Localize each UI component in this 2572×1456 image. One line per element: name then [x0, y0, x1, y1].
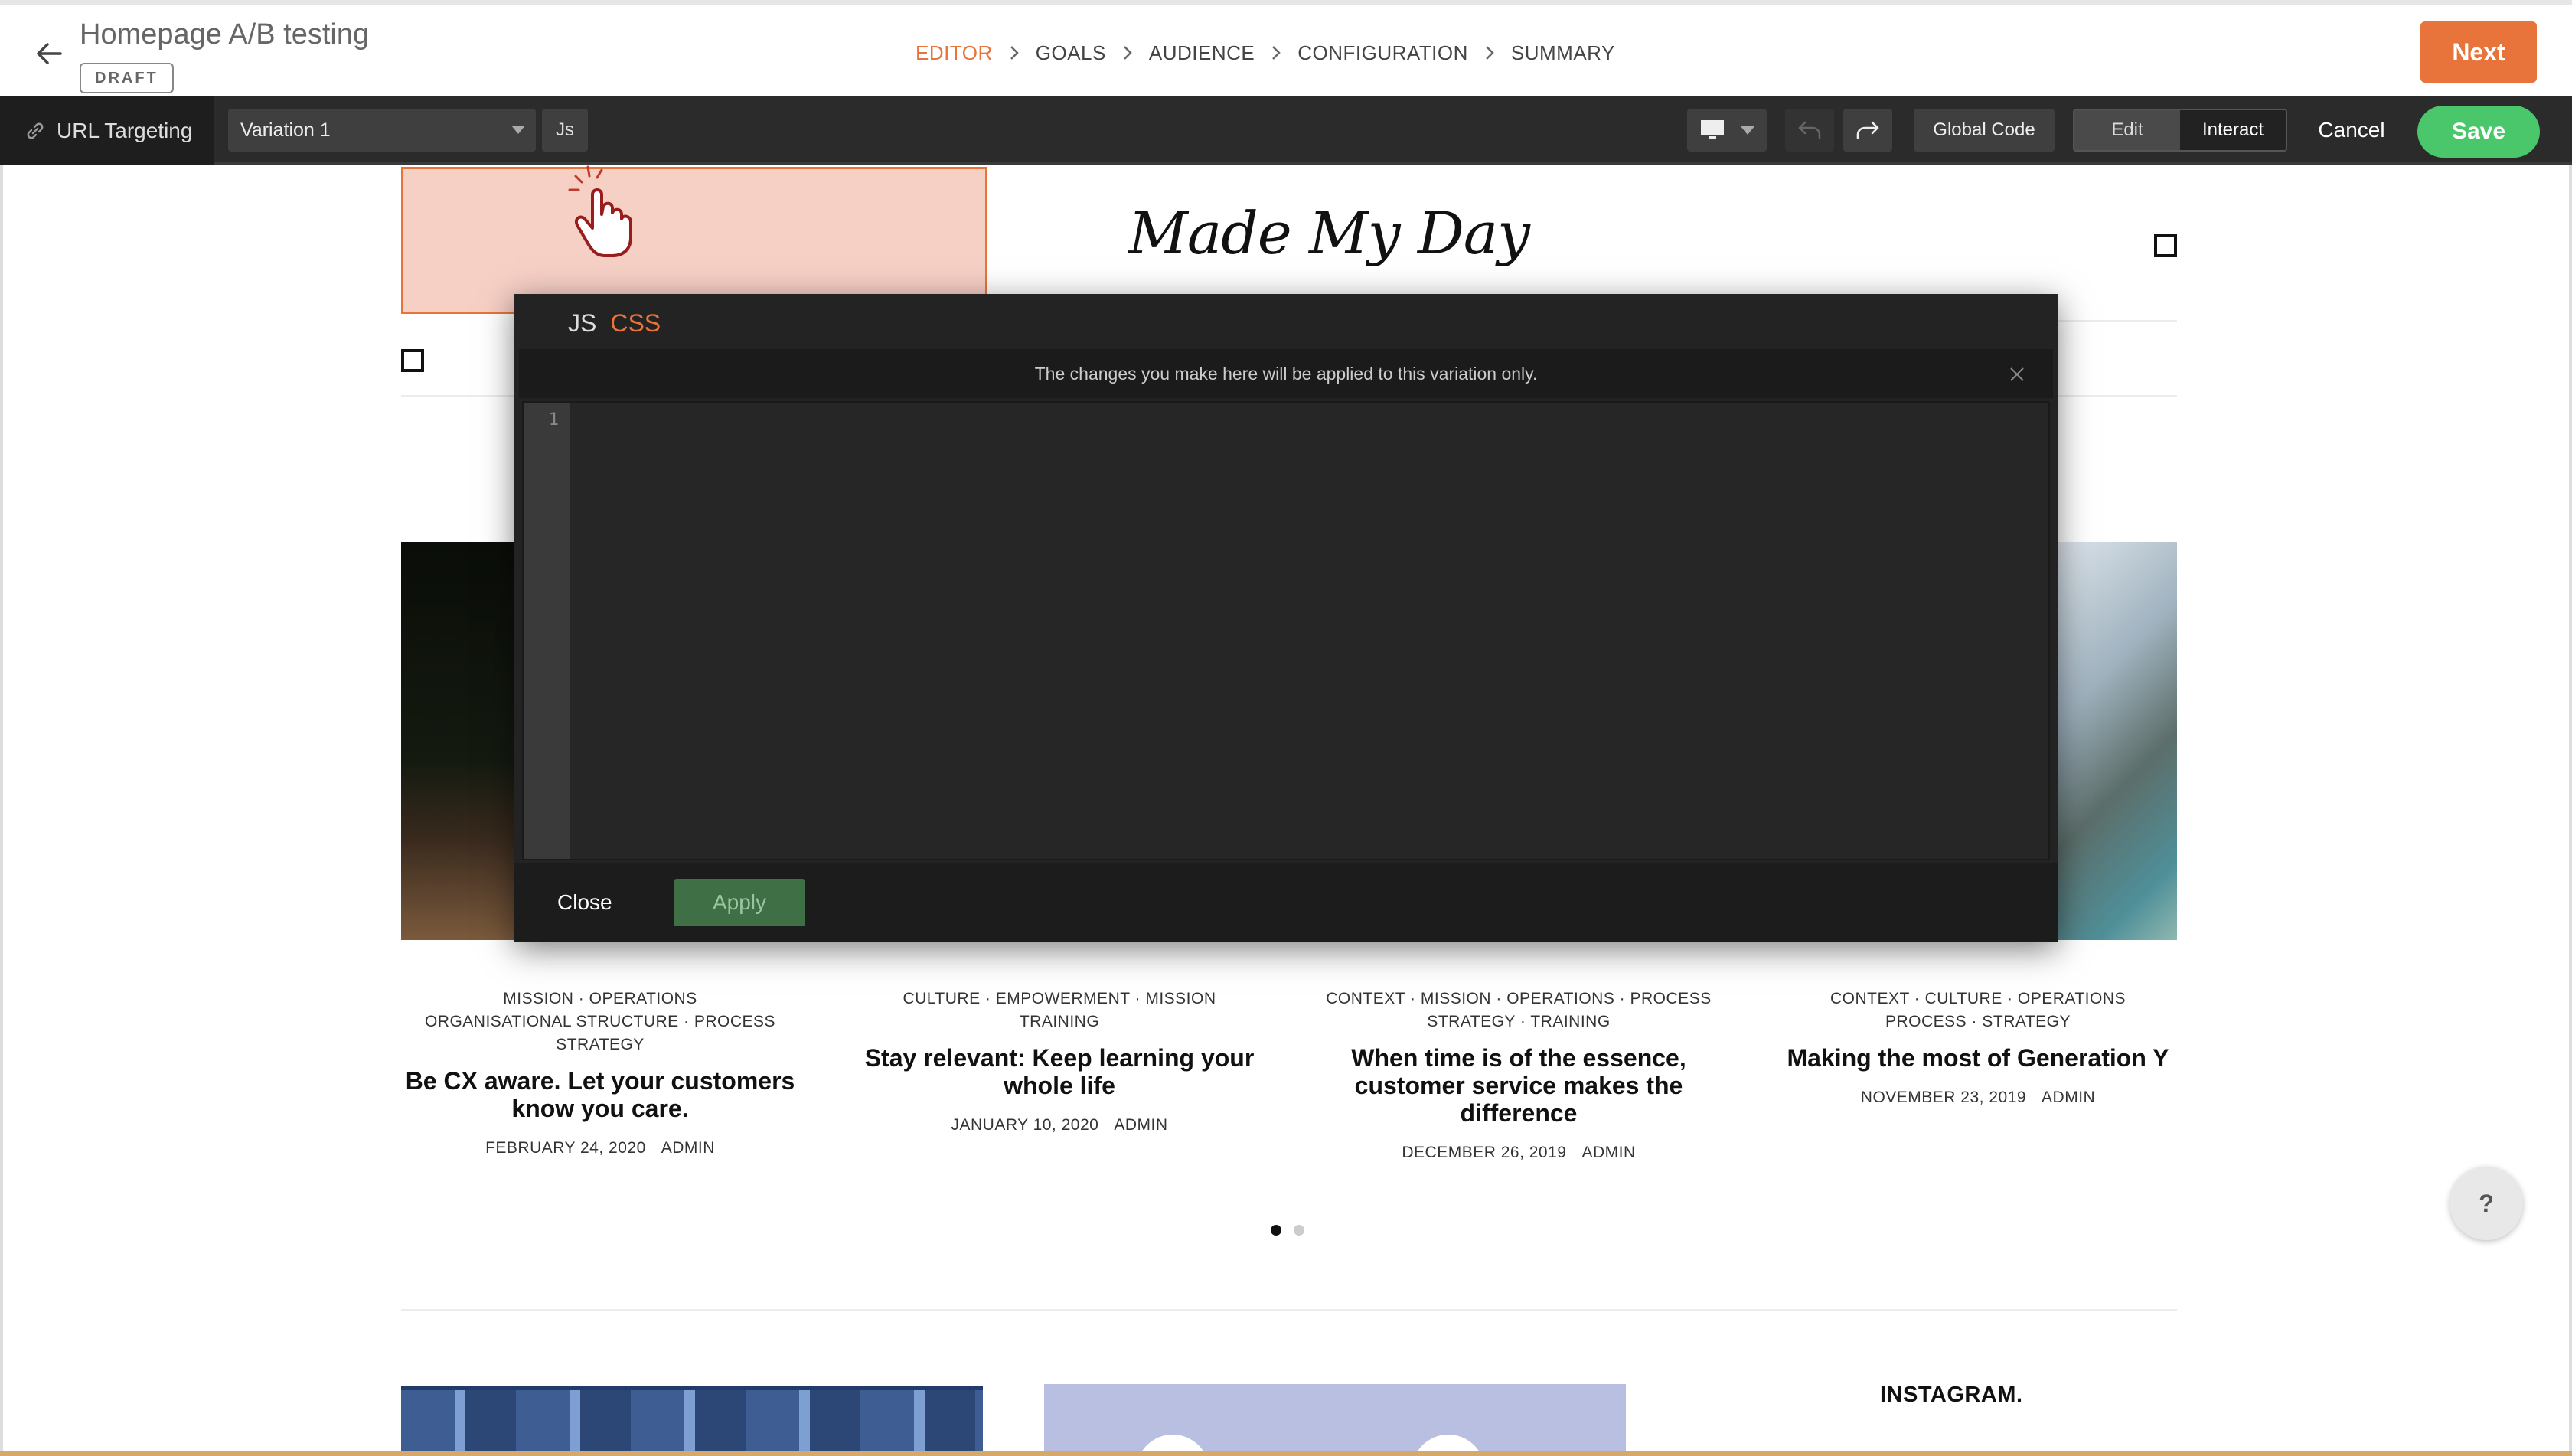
blog-post-card[interactable]: CONTEXT · MISSION · OPERATIONS · PROCESS…: [1312, 988, 1725, 1162]
tab-css[interactable]: CSS: [610, 309, 661, 338]
post-title[interactable]: Be CX aware. Let your customers know you…: [401, 1067, 799, 1122]
instagram-heading: INSTAGRAM.: [1880, 1383, 2023, 1407]
post-tags-line: MISSION · OPERATIONS: [503, 990, 697, 1007]
post-tags-line: ORGANISATIONAL STRUCTURE · PROCESS: [424, 1013, 776, 1030]
post-tags-line: STRATEGY · TRAINING: [1427, 1013, 1611, 1030]
post-author[interactable]: ADMIN: [1114, 1116, 1167, 1134]
line-number-gutter: 1: [524, 403, 570, 859]
people-banner-image[interactable]: [401, 1386, 983, 1456]
variation-select-value: Variation 1: [240, 119, 331, 141]
caret-down-icon: [511, 126, 525, 134]
post-author[interactable]: ADMIN: [661, 1139, 715, 1157]
post-image[interactable]: [2055, 542, 2177, 940]
blog-post-card[interactable]: MISSION · OPERATIONS ORGANISATIONAL STRU…: [401, 988, 799, 1157]
url-targeting-label: URL Targeting: [57, 119, 193, 142]
chevron-right-icon: [1106, 44, 1149, 61]
code-input[interactable]: [570, 403, 2048, 859]
post-tags-line: CONTEXT · MISSION · OPERATIONS · PROCESS: [1326, 990, 1712, 1007]
blog-post-card[interactable]: CONTEXT · CULTURE · OPERATIONS PROCESS ·…: [1779, 988, 2177, 1107]
step-editor[interactable]: EDITOR: [912, 5, 996, 101]
apply-button[interactable]: Apply: [674, 879, 805, 926]
undo-icon: [1798, 121, 1821, 139]
modal-footer: Close Apply: [514, 863, 2058, 942]
post-title[interactable]: Making the most of Generation Y: [1779, 1044, 2177, 1072]
page-title: Homepage A/B testing: [80, 18, 370, 51]
site-logo: Made My Day: [1128, 199, 1530, 267]
post-date: NOVEMBER 23, 2019: [1860, 1089, 2027, 1106]
save-button[interactable]: Save: [2417, 106, 2540, 158]
post-tags: CULTURE · EMPOWERMENT · MISSION TRAINING: [853, 988, 1266, 1033]
post-meta: FEBRUARY 24, 2020 ADMIN: [401, 1139, 799, 1157]
bottom-edge: [0, 1451, 2572, 1456]
url-targeting-button[interactable]: URL Targeting: [0, 96, 214, 165]
post-date: JANUARY 10, 2020: [951, 1116, 1099, 1134]
post-meta: NOVEMBER 23, 2019 ADMIN: [1779, 1089, 2177, 1107]
tab-js[interactable]: JS: [568, 309, 596, 338]
redo-button[interactable]: [1843, 109, 1892, 152]
carousel-dot[interactable]: [1294, 1225, 1304, 1236]
cancel-button[interactable]: Cancel: [2306, 109, 2397, 152]
chevron-right-icon: [1468, 44, 1511, 61]
next-button[interactable]: Next: [2420, 21, 2537, 83]
post-tags-line: STRATEGY: [556, 1036, 645, 1053]
post-author[interactable]: ADMIN: [1581, 1144, 1635, 1161]
post-date: FEBRUARY 24, 2020: [485, 1139, 646, 1157]
device-select[interactable]: [1687, 109, 1767, 152]
close-icon[interactable]: [2004, 361, 2030, 387]
close-button[interactable]: Close: [557, 883, 612, 922]
mode-interact-option[interactable]: Interact: [2180, 110, 2286, 150]
element-checkbox[interactable]: [2154, 234, 2177, 257]
element-checkbox[interactable]: [401, 349, 424, 372]
post-tags: CONTEXT · CULTURE · OPERATIONS PROCESS ·…: [1779, 988, 2177, 1033]
top-header: Homepage A/B testing DRAFT EDITOR GOALS …: [0, 0, 2572, 101]
help-button[interactable]: ?: [2450, 1167, 2523, 1240]
hand-pointer-icon: [568, 165, 632, 257]
js-button[interactable]: Js: [542, 109, 588, 152]
selected-element-highlight[interactable]: [401, 167, 987, 314]
post-tags-line: CULTURE · EMPOWERMENT · MISSION: [902, 990, 1216, 1007]
post-tags-line: CONTEXT · CULTURE · OPERATIONS: [1829, 990, 2126, 1007]
variation-notice: The changes you make here will be applie…: [519, 349, 2053, 398]
step-summary[interactable]: SUMMARY: [1511, 5, 1615, 101]
editor-toolbar: URL Targeting Variation 1 Js Global Code…: [0, 96, 2572, 165]
status-badge: DRAFT: [80, 63, 174, 93]
carousel-dot[interactable]: [1271, 1225, 1281, 1236]
arrow-left-icon: [37, 43, 62, 64]
back-button[interactable]: [28, 32, 70, 75]
mode-toggle: Edit Interact: [2073, 109, 2287, 152]
redo-icon: [1856, 121, 1879, 139]
chevron-right-icon: [993, 44, 1036, 61]
global-code-button[interactable]: Global Code: [1914, 109, 2055, 152]
wizard-steps: EDITOR GOALS AUDIENCE CONFIGURATION SUMM…: [912, 5, 1615, 101]
divider: [401, 1309, 2177, 1311]
carousel-dots: [1271, 1225, 1304, 1236]
desktop-icon: [1701, 120, 1724, 139]
undo-button[interactable]: [1785, 109, 1834, 152]
step-goals[interactable]: GOALS: [1036, 5, 1106, 101]
link-icon: [24, 120, 46, 142]
post-tags-line: PROCESS · STRATEGY: [1885, 1013, 2071, 1030]
chevron-right-icon: [1255, 44, 1297, 61]
post-tags-line: TRAINING: [1019, 1013, 1100, 1030]
post-tags: CONTEXT · MISSION · OPERATIONS · PROCESS…: [1312, 988, 1725, 1033]
post-date: DECEMBER 26, 2019: [1402, 1144, 1567, 1161]
blog-post-card[interactable]: CULTURE · EMPOWERMENT · MISSION TRAINING…: [853, 988, 1266, 1134]
code-tabs: JS CSS: [568, 309, 661, 338]
post-author[interactable]: ADMIN: [2042, 1089, 2095, 1106]
post-title[interactable]: Stay relevant: Keep learning your whole …: [853, 1044, 1266, 1099]
illustration-image[interactable]: [1044, 1384, 1626, 1456]
post-meta: JANUARY 10, 2020 ADMIN: [853, 1116, 1266, 1134]
step-configuration[interactable]: CONFIGURATION: [1297, 5, 1468, 101]
variation-select[interactable]: Variation 1: [228, 109, 536, 152]
step-audience[interactable]: AUDIENCE: [1149, 5, 1255, 101]
code-editor-modal: JS CSS The changes you make here will be…: [514, 294, 2058, 942]
mode-edit-option[interactable]: Edit: [2074, 110, 2180, 150]
code-editor: 1: [522, 401, 2050, 860]
post-title[interactable]: When time is of the essence, customer se…: [1312, 1044, 1725, 1127]
post-meta: DECEMBER 26, 2019 ADMIN: [1312, 1144, 1725, 1162]
caret-down-icon: [1741, 126, 1754, 135]
post-tags: MISSION · OPERATIONS ORGANISATIONAL STRU…: [401, 988, 799, 1056]
